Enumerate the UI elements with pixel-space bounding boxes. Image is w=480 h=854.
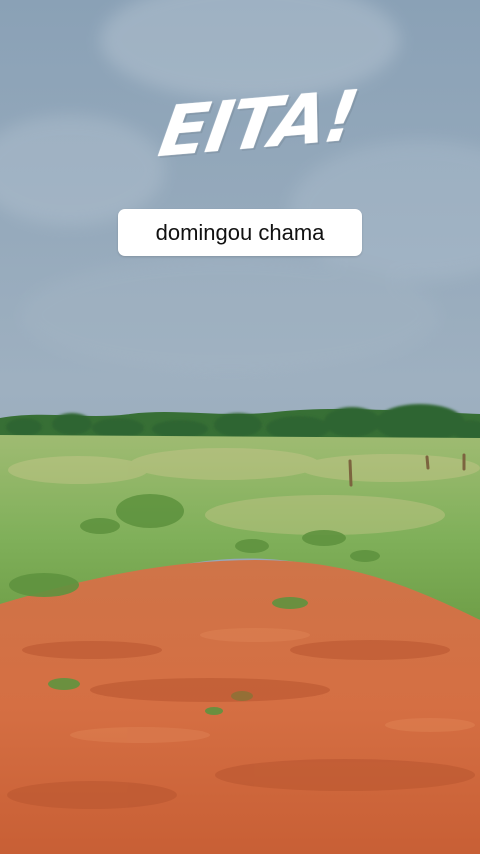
caption-chip: domingou chama [118,209,362,256]
screen: EITA! domingou chama [0,0,480,854]
caption-text: domingou chama [155,219,325,245]
